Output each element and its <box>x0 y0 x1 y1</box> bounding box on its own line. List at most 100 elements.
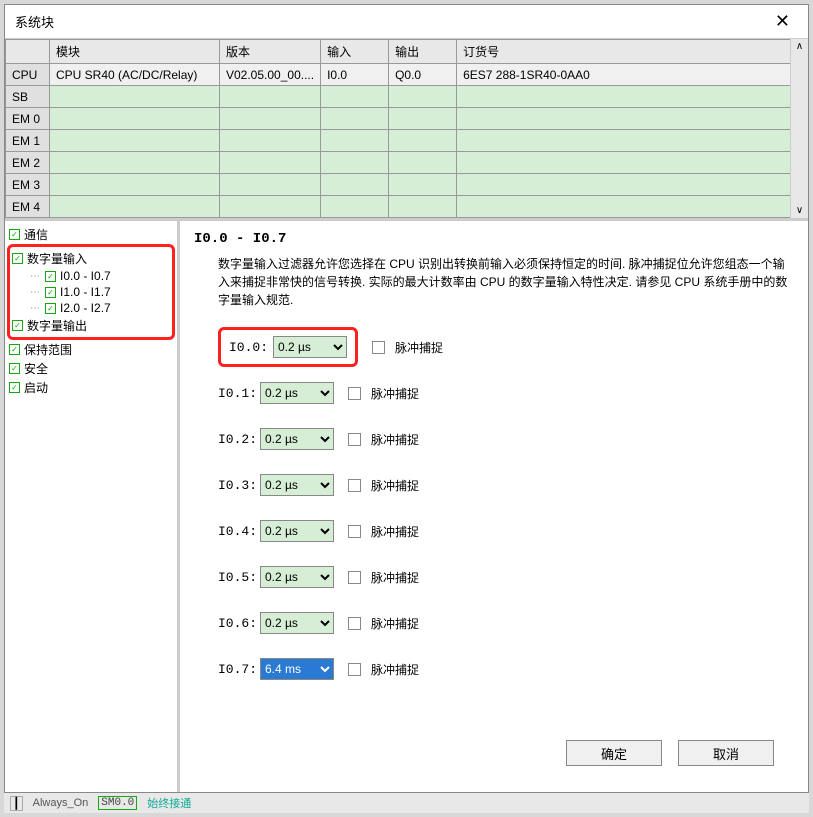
filter-time-select[interactable]: 0.2 µs <box>273 336 347 358</box>
pulse-capture-checkbox[interactable] <box>348 525 361 538</box>
cell[interactable] <box>321 86 389 108</box>
cell[interactable] <box>389 130 457 152</box>
cell[interactable] <box>321 174 389 196</box>
pulse-capture-checkbox[interactable] <box>348 479 361 492</box>
nav-tree: ✓通信✓数字量输入⋯✓I0.0 - I0.7⋯✓I1.0 - I1.7⋯✓I2.… <box>5 221 180 792</box>
cell[interactable]: 6ES7 288-1SR40-0AA0 <box>457 64 808 86</box>
tree-checkbox-icon[interactable]: ✓ <box>9 344 20 355</box>
cell[interactable] <box>389 152 457 174</box>
tree-label: 数字量输入 <box>27 250 87 267</box>
titlebar: 系统块 ✕ <box>5 5 808 39</box>
filter-row: I0.7:6.4 ms脉冲捕捉 <box>218 657 794 681</box>
cell[interactable] <box>50 174 220 196</box>
filter-label: I0.1: <box>218 386 254 401</box>
table-scrollbar[interactable]: ∧ ∨ <box>790 39 808 218</box>
cell[interactable] <box>457 196 808 218</box>
filter-row: I0.6:0.2 µs脉冲捕捉 <box>218 611 794 635</box>
cell[interactable] <box>457 174 808 196</box>
tree-checkbox-icon[interactable]: ✓ <box>12 253 23 264</box>
pulse-capture-label: 脉冲捕捉 <box>371 477 419 494</box>
filter-time-select[interactable]: 0.2 µs <box>260 612 334 634</box>
col-header: 版本 <box>220 40 321 64</box>
pulse-capture-checkbox[interactable] <box>348 663 361 676</box>
tree-item[interactable]: ⋯✓I2.0 - I2.7 <box>10 300 172 316</box>
cell[interactable] <box>220 86 321 108</box>
filter-row: I0.0:0.2 µs脉冲捕捉 <box>218 335 794 359</box>
pulse-capture-checkbox[interactable] <box>348 617 361 630</box>
content-heading: I0.0 - I0.7 <box>194 231 794 247</box>
cell[interactable] <box>321 108 389 130</box>
filter-time-select[interactable]: 6.4 ms <box>260 658 334 680</box>
pulse-capture-label: 脉冲捕捉 <box>371 385 419 402</box>
tree-item[interactable]: ⋯✓I1.0 - I1.7 <box>10 284 172 300</box>
filter-time-select[interactable]: 0.2 µs <box>260 566 334 588</box>
ok-button[interactable]: 确定 <box>566 740 662 766</box>
tree-checkbox-icon[interactable]: ✓ <box>9 363 20 374</box>
filter-time-select[interactable]: 0.2 µs <box>260 428 334 450</box>
cell[interactable] <box>50 108 220 130</box>
table-row[interactable]: EM 0 <box>6 108 808 130</box>
tree-checkbox-icon[interactable]: ✓ <box>9 229 20 240</box>
tree-label: I2.0 - I2.7 <box>60 301 111 315</box>
tree-item[interactable]: ✓ 安全 <box>7 359 175 378</box>
tree-label: 通信 <box>24 226 48 243</box>
cell[interactable] <box>457 86 808 108</box>
table-row[interactable]: CPUCPU SR40 (AC/DC/Relay)V02.05.00_00...… <box>6 64 808 86</box>
tree-item[interactable]: ⋯✓I0.0 - I0.7 <box>10 268 172 284</box>
cell[interactable] <box>389 174 457 196</box>
tree-item[interactable]: ✓ 通信 <box>7 225 175 244</box>
tree-item[interactable]: ✓启动 <box>7 378 175 397</box>
status-note: 始终接通 <box>147 795 191 811</box>
pulse-capture-checkbox[interactable] <box>348 433 361 446</box>
table-row[interactable]: SB <box>6 86 808 108</box>
cell[interactable] <box>321 152 389 174</box>
filter-row: I0.2:0.2 µs脉冲捕捉 <box>218 427 794 451</box>
tree-checkbox-icon[interactable]: ✓ <box>9 382 20 393</box>
tree-item[interactable]: ✓保持范围 <box>7 340 175 359</box>
table-row[interactable]: EM 1 <box>6 130 808 152</box>
cell[interactable] <box>220 174 321 196</box>
cell[interactable] <box>457 108 808 130</box>
cell[interactable]: CPU SR40 (AC/DC/Relay) <box>50 64 220 86</box>
table-row[interactable]: EM 4 <box>6 196 808 218</box>
pulse-capture-checkbox[interactable] <box>348 387 361 400</box>
tree-item[interactable]: ✓ 数字量输入 <box>10 249 172 268</box>
close-icon[interactable]: ✕ <box>767 11 798 32</box>
scroll-down-icon[interactable]: ∨ <box>796 203 803 218</box>
cell[interactable] <box>389 196 457 218</box>
scroll-up-icon[interactable]: ∧ <box>796 39 803 54</box>
cell[interactable]: I0.0 <box>321 64 389 86</box>
cell[interactable] <box>50 86 220 108</box>
cell[interactable] <box>389 86 457 108</box>
filter-time-select[interactable]: 0.2 µs <box>260 520 334 542</box>
cell[interactable] <box>321 130 389 152</box>
cell[interactable] <box>457 130 808 152</box>
tree-checkbox-icon[interactable]: ✓ <box>12 320 23 331</box>
tree-checkbox-icon[interactable]: ✓ <box>45 271 56 282</box>
filter-time-select[interactable]: 0.2 µs <box>260 382 334 404</box>
cell[interactable] <box>321 196 389 218</box>
table-row[interactable]: EM 2 <box>6 152 808 174</box>
filter-row: I0.3:0.2 µs脉冲捕捉 <box>218 473 794 497</box>
cancel-button[interactable]: 取消 <box>678 740 774 766</box>
pulse-capture-checkbox[interactable] <box>348 571 361 584</box>
cell[interactable] <box>389 108 457 130</box>
tree-checkbox-icon[interactable]: ✓ <box>45 303 56 314</box>
cell[interactable] <box>220 152 321 174</box>
tree-checkbox-icon[interactable]: ✓ <box>45 287 56 298</box>
cell[interactable] <box>50 196 220 218</box>
cell[interactable] <box>50 130 220 152</box>
cell[interactable]: V02.05.00_00.... <box>220 64 321 86</box>
cell[interactable] <box>220 130 321 152</box>
pulse-capture-checkbox[interactable] <box>372 341 385 354</box>
cell[interactable] <box>220 196 321 218</box>
cell[interactable] <box>50 152 220 174</box>
table-row[interactable]: EM 3 <box>6 174 808 196</box>
cell[interactable] <box>220 108 321 130</box>
tree-label: 安全 <box>24 360 48 377</box>
tree-item[interactable]: ✓数字量输出 <box>10 316 172 335</box>
cell[interactable]: Q0.0 <box>389 64 457 86</box>
cell[interactable] <box>457 152 808 174</box>
filter-row: I0.5:0.2 µs脉冲捕捉 <box>218 565 794 589</box>
filter-time-select[interactable]: 0.2 µs <box>260 474 334 496</box>
